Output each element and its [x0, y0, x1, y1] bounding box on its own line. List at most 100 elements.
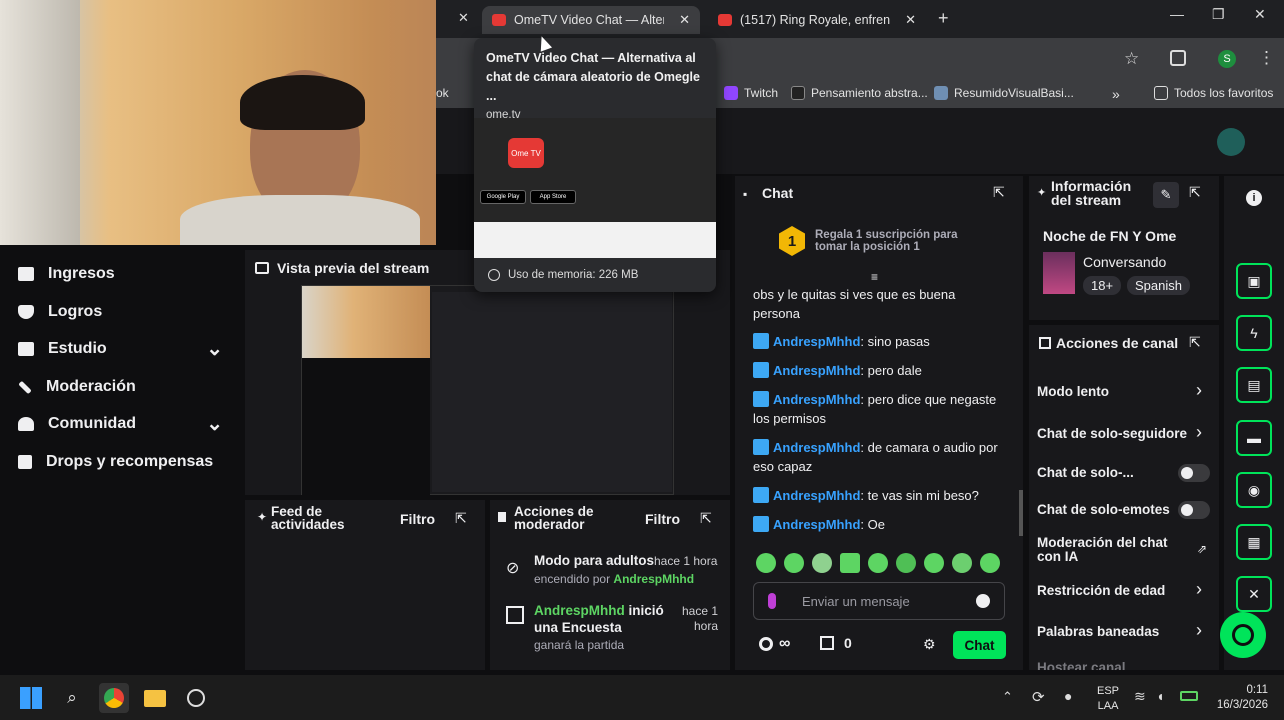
channel-avatar[interactable]	[1217, 128, 1245, 156]
wifi-icon[interactable]: ≋	[1134, 688, 1146, 705]
profile-avatar[interactable]: S	[1218, 50, 1236, 68]
emote-icon[interactable]	[756, 553, 776, 573]
sidebar-item-comunidad[interactable]: Comunidad ⌄	[18, 414, 223, 434]
sync-icon[interactable]: ⟳	[1032, 688, 1045, 706]
gift-sub-prompt[interactable]: Regala 1 suscripción para tomar la posic…	[815, 229, 965, 253]
collapse-icon[interactable]: ≡	[871, 270, 878, 284]
popout-icon[interactable]: ⇱	[1189, 184, 1201, 201]
more-bookmarks-button[interactable]: »	[1112, 86, 1120, 102]
tab-youtube[interactable]: (1517) Ring Royale, enfrentamie ✕	[708, 6, 926, 34]
emote-icon[interactable]	[952, 553, 972, 573]
minimize-button[interactable]: —	[1170, 6, 1184, 22]
chat-username[interactable]: AndrespMhhd	[773, 517, 860, 532]
sidebar-item-estudio[interactable]: Estudio ⌄	[18, 339, 223, 359]
tab-close-button[interactable]: ✕	[458, 10, 469, 26]
chevron-right-icon[interactable]: ›	[1196, 380, 1202, 401]
window-close-button[interactable]: ✕	[1254, 6, 1266, 23]
bookmark-pensamiento[interactable]: Pensamiento abstra...	[791, 86, 928, 100]
volume-icon[interactable]: ◖	[1156, 688, 1164, 704]
bookmark-resumido[interactable]: ResumidoVisualBasi...	[934, 86, 1074, 100]
action-age-restriction[interactable]: Restricción de edad	[1037, 583, 1165, 598]
mod-tools-button[interactable]: ✕	[1236, 576, 1272, 612]
chat-scrollbar[interactable]	[1019, 490, 1023, 536]
emotes-only-toggle[interactable]	[1178, 501, 1210, 519]
emoji-icon[interactable]	[976, 594, 990, 608]
search-icon[interactable]: ⌕	[57, 683, 87, 713]
support-headset-button[interactable]	[1220, 612, 1266, 658]
microphone-icon[interactable]: ●	[1064, 688, 1072, 704]
language-indicator[interactable]: ESP LAA	[1097, 684, 1119, 714]
subs-only-toggle[interactable]	[1178, 464, 1210, 482]
tab-ometv[interactable]: OmeTV Video Chat — Alternati ✕	[482, 6, 700, 34]
send-chat-button[interactable]: Chat	[953, 631, 1006, 659]
category-boxart[interactable]	[1043, 252, 1075, 294]
action-followers-only[interactable]: Chat de solo-seguidores	[1037, 426, 1187, 441]
raid-button[interactable]: ▦	[1236, 524, 1272, 560]
channel-points[interactable]: ∞	[759, 635, 790, 653]
battery-icon[interactable]	[1180, 691, 1198, 701]
action-host-channel[interactable]: Hostear canal	[1037, 660, 1126, 670]
emote-icon[interactable]	[980, 553, 1000, 573]
bookmark-twitch[interactable]: Twitch	[724, 86, 778, 100]
mod-action-user[interactable]: AndrespMhhd	[613, 572, 694, 586]
menu-icon[interactable]: ⋮	[1258, 48, 1275, 68]
chevron-down-icon[interactable]: ⌄	[206, 339, 223, 359]
microphone-icon[interactable]	[768, 593, 776, 609]
chevron-right-icon[interactable]: ›	[1196, 579, 1202, 600]
extensions-icon[interactable]	[1170, 50, 1186, 66]
external-link-icon[interactable]: ⇗	[1197, 542, 1207, 556]
sidebar-item-moderacion[interactable]: Moderación	[18, 378, 136, 396]
action-slow-mode[interactable]: Modo lento	[1037, 384, 1109, 399]
tag-chip[interactable]: 18+	[1083, 276, 1122, 295]
mod-action-user[interactable]: AndrespMhhd	[534, 603, 625, 618]
broadcast-button[interactable]: ◉	[1236, 472, 1272, 508]
star-icon[interactable]: ☆	[1124, 49, 1139, 69]
bookmark-item[interactable]: ok	[436, 86, 449, 100]
chat-action-button[interactable]: ▬	[1236, 420, 1272, 456]
app-icon[interactable]	[181, 683, 211, 713]
popout-icon[interactable]: ⇱	[700, 510, 712, 527]
chat-username[interactable]: AndrespMhhd	[773, 440, 860, 455]
stream-preview-video[interactable]	[301, 285, 674, 496]
filter-button[interactable]: Filtro	[400, 511, 435, 527]
popout-icon[interactable]: ⇱	[993, 184, 1005, 201]
sidebar-item-drops[interactable]: Drops y recompensas	[18, 453, 213, 471]
chevron-up-icon[interactable]: ⌃	[1002, 689, 1013, 705]
emote-icon[interactable]	[840, 553, 860, 573]
popout-icon[interactable]: ⇱	[455, 510, 467, 527]
marker-button[interactable]: ▤	[1236, 367, 1272, 403]
info-icon[interactable]: i	[1246, 190, 1262, 206]
close-icon[interactable]: ✕	[905, 12, 916, 28]
sidebar-item-ingresos[interactable]: Ingresos	[18, 265, 115, 283]
chat-username[interactable]: AndrespMhhd	[773, 392, 860, 407]
sidebar-item-logros[interactable]: Logros	[18, 303, 102, 321]
chevron-right-icon[interactable]: ›	[1196, 620, 1202, 641]
chevron-down-icon[interactable]: ⌄	[206, 414, 223, 434]
stream-category[interactable]: Conversando	[1083, 254, 1166, 270]
new-tab-button[interactable]: +	[938, 8, 949, 29]
emote-icon[interactable]	[868, 553, 888, 573]
file-explorer-icon[interactable]	[140, 683, 170, 713]
clock[interactable]: 0:11 16/3/2026	[1210, 683, 1268, 713]
chrome-icon[interactable]	[99, 683, 129, 713]
popout-icon[interactable]: ⇱	[1189, 334, 1201, 351]
close-icon[interactable]: ✕	[679, 12, 690, 28]
action-ai-moderation[interactable]: Moderación del chat con IA	[1037, 536, 1177, 564]
all-bookmarks-folder[interactable]: Todos los favoritos	[1154, 86, 1273, 100]
maximize-button[interactable]: ❐	[1212, 6, 1225, 23]
chat-username[interactable]: AndrespMhhd	[773, 363, 860, 378]
filter-button[interactable]: Filtro	[645, 511, 680, 527]
settings-gear-icon[interactable]: ⚙	[923, 636, 936, 653]
emote-icon[interactable]	[812, 553, 832, 573]
chevron-right-icon[interactable]: ›	[1196, 422, 1202, 443]
edit-pencil-icon[interactable]: ✎	[1153, 182, 1179, 208]
emote-icon[interactable]	[924, 553, 944, 573]
chat-input[interactable]: Enviar un mensaje	[753, 582, 1005, 620]
clip-button[interactable]: ▣	[1236, 263, 1272, 299]
tag-chip[interactable]: Spanish	[1127, 276, 1190, 295]
run-ad-button[interactable]: ϟ	[1236, 315, 1272, 351]
emote-icon[interactable]	[784, 553, 804, 573]
action-banned-words[interactable]: Palabras baneadas	[1037, 624, 1159, 639]
chat-username[interactable]: AndrespMhhd	[773, 334, 860, 349]
chat-username[interactable]: AndrespMhhd	[773, 488, 860, 503]
